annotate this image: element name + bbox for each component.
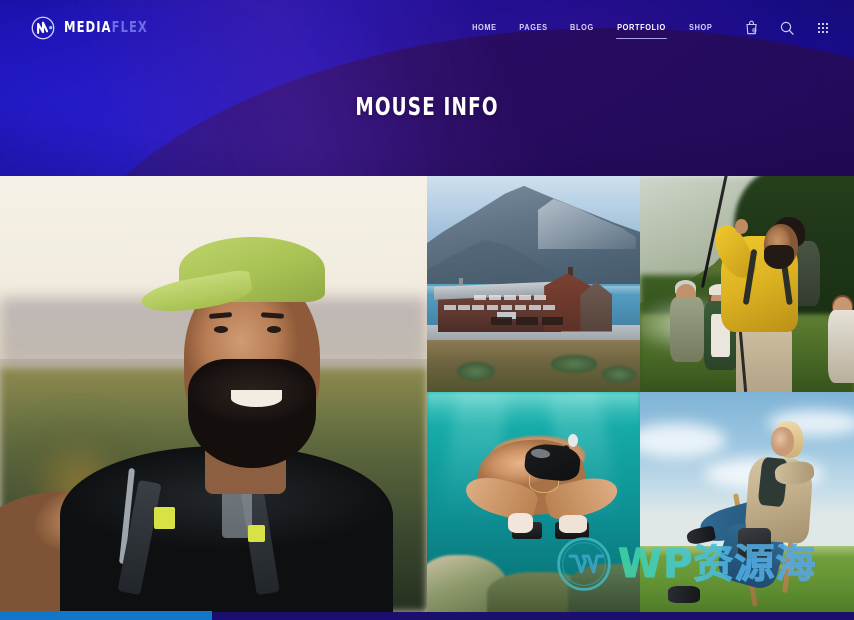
photo-snorkel-top: [567, 433, 579, 447]
photo-bush: [550, 355, 598, 373]
waveform-circle-logo-icon: [31, 16, 55, 39]
photo-head: [770, 427, 795, 456]
photo-hand-right: [559, 515, 587, 533]
photo-smile: [230, 389, 282, 408]
portfolio-grid: [0, 176, 854, 612]
photo-window-row-middle: [444, 304, 555, 311]
photo-hiker1-beard: [764, 245, 795, 269]
brand-logo[interactable]: MEDIAFLEX: [30, 15, 162, 41]
photo-handbag: [738, 528, 771, 560]
photo-clip-left: [153, 507, 176, 530]
nav-item-home[interactable]: HOME: [471, 19, 498, 36]
photo-reef-right: [567, 563, 640, 612]
shopping-bag-icon[interactable]: [742, 19, 760, 37]
nav-item-blog[interactable]: BLOG: [569, 19, 595, 36]
grid-menu-icon[interactable]: [814, 19, 832, 37]
brand-name-part-1: MEDIA: [64, 18, 112, 36]
photo-shoe-ground: [667, 585, 700, 604]
photo-window-row-lower: [490, 317, 564, 325]
nav-item-portfolio[interactable]: PORTFOLIO: [615, 19, 667, 39]
photo-clip-right: [247, 524, 265, 543]
header-icon-group: [742, 19, 832, 37]
photo-water-surface: [427, 392, 640, 428]
nav-item-shop[interactable]: SHOP: [688, 19, 713, 36]
brand-name-part-2: FLEX: [111, 18, 148, 36]
photo-window-row-upper: [473, 294, 547, 301]
horizontal-scrollbar-thumb[interactable]: [0, 611, 212, 620]
portfolio-item-mountain-lodge[interactable]: [427, 176, 640, 392]
brand-name: MEDIAFLEX: [64, 20, 148, 35]
page-title: MOUSE INFO: [355, 92, 499, 121]
photo-beard: [187, 359, 316, 469]
portfolio-item-selfie-hiker[interactable]: [0, 176, 427, 612]
nav-item-pages[interactable]: PAGES: [518, 19, 548, 36]
horizontal-scrollbar-track[interactable]: [0, 611, 854, 620]
search-icon[interactable]: [778, 19, 796, 37]
photo-hiker2-body: [669, 296, 705, 362]
portfolio-item-hiking-group[interactable]: [640, 176, 854, 392]
hero-section: MEDIAFLEX HOME PAGES BLOG PORTFOLIO SHOP: [0, 0, 854, 176]
page-root: MEDIAFLEX HOME PAGES BLOG PORTFOLIO SHOP: [0, 0, 854, 620]
photo-hiker4-body: [828, 309, 854, 384]
site-header: MEDIAFLEX HOME PAGES BLOG PORTFOLIO SHOP: [0, 0, 854, 55]
portfolio-item-snorkeler[interactable]: [427, 392, 640, 612]
photo-hand-left: [507, 513, 534, 533]
photo-bush: [456, 361, 496, 382]
main-navigation: HOME PAGES BLOG PORTFOLIO SHOP: [470, 19, 714, 39]
portfolio-item-woman-ladder[interactable]: [640, 392, 854, 612]
